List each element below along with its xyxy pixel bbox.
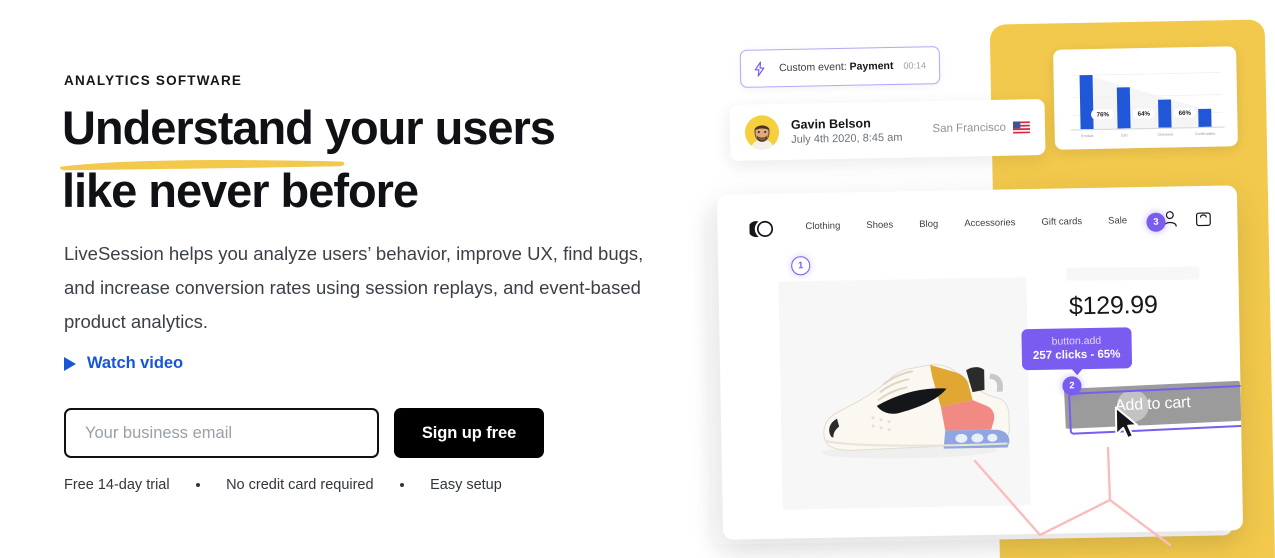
custom-event-pill: Custom event: Payment 00:14 xyxy=(739,46,941,88)
signup-button[interactable]: Sign up free xyxy=(394,408,544,458)
product-price: $129.99 xyxy=(1068,290,1158,321)
funnel-chart-card: 76% 64% 66% Product Cart Checkout Confir… xyxy=(1053,46,1238,150)
event-timestamp: 00:14 xyxy=(903,60,927,71)
heatmap-tooltip: button.add 257 clicks - 65% xyxy=(1021,327,1132,376)
headline-line-1: Understand your users xyxy=(60,96,662,171)
chart-label: 76% xyxy=(1097,111,1110,118)
nav-link-shoes[interactable]: Shoes xyxy=(866,220,893,231)
lightning-bolt-icon xyxy=(754,61,765,77)
chart-x-tick: Confirmation xyxy=(1195,132,1215,136)
perk-separator-dot xyxy=(399,482,405,488)
nav-actions xyxy=(1162,210,1211,228)
user-location: San Francisco xyxy=(932,121,1031,136)
brand-logo-icon xyxy=(749,220,774,238)
product-title-skeleton xyxy=(1066,266,1200,281)
hotspot-badge-1[interactable]: 1 xyxy=(791,256,811,276)
tooltip-stat: 257 clicks - 65% xyxy=(1032,348,1121,363)
shopping-bag-icon[interactable] xyxy=(1195,210,1211,227)
us-flag-icon xyxy=(1012,121,1031,134)
user-meta: Gavin Belson July 4th 2020, 8:45 am xyxy=(791,114,903,147)
sneaker-illustration-icon xyxy=(821,364,1010,459)
eyebrow-label: ANALYTICS SOFTWARE xyxy=(64,73,243,88)
event-name: Payment xyxy=(849,59,894,73)
nav-link-accessories[interactable]: Accessories xyxy=(964,217,1015,229)
hero-section: ANALYTICS SOFTWARE Understand your users… xyxy=(0,0,1275,558)
product-mockup: 76% 64% 66% Product Cart Checkout Confir… xyxy=(680,0,1275,558)
nav-link-sale[interactable]: Sale xyxy=(1108,215,1127,226)
mouse-cursor-icon xyxy=(1114,406,1139,440)
funnel-bar-chart: 76% 64% 66% Product Cart Checkout Confir… xyxy=(1070,72,1225,138)
headline-rest-text: your users xyxy=(312,101,556,154)
chart-label: 66% xyxy=(1179,110,1192,117)
headline-highlight-text: Understand xyxy=(62,101,314,154)
location-text: San Francisco xyxy=(932,121,1007,136)
avatar-photo-icon xyxy=(745,115,780,150)
event-label: Custom event: Payment xyxy=(778,59,894,75)
hero-description: LiveSession helps you analyze users’ beh… xyxy=(64,243,644,332)
perk-separator-dot xyxy=(195,482,201,488)
chart-label: 64% xyxy=(1138,111,1151,118)
page-title: Understand your users like never before xyxy=(60,96,662,222)
product-image xyxy=(778,277,1031,510)
nav-link-gift-cards[interactable]: Gift cards xyxy=(1041,216,1082,228)
chart-x-tick: Cart xyxy=(1121,133,1128,137)
session-user-card: Gavin Belson July 4th 2020, 8:45 am San … xyxy=(729,98,1046,162)
add-to-cart-highlight-outline xyxy=(1068,384,1244,435)
play-icon xyxy=(64,356,76,371)
tooltip-arrow-icon xyxy=(1070,368,1084,376)
perk-item: Easy setup xyxy=(430,477,502,493)
perks-list: Free 14-day trial No credit card require… xyxy=(64,477,502,493)
ecommerce-site-card: Clothing Shoes Blog Accessories Gift car… xyxy=(716,185,1244,540)
hero-copy: ANALYTICS SOFTWARE Understand your users… xyxy=(60,0,664,558)
watch-video-link[interactable]: Watch video xyxy=(64,354,183,373)
headline-highlight-word: Understand xyxy=(60,96,345,171)
session-date: July 4th 2020, 8:45 am xyxy=(791,131,903,146)
avatar xyxy=(744,115,780,150)
email-field[interactable] xyxy=(64,408,379,458)
nav-link-clothing[interactable]: Clothing xyxy=(805,221,840,233)
signup-form: Sign up free xyxy=(64,408,544,458)
perk-item: Free 14-day trial xyxy=(64,477,170,493)
chart-x-tick: Product xyxy=(1081,134,1093,138)
headline-line-2: like never before xyxy=(62,164,419,217)
watch-video-label: Watch video xyxy=(87,354,184,372)
nav-link-blog[interactable]: Blog xyxy=(919,219,938,230)
nav-links: Clothing Shoes Blog Accessories Gift car… xyxy=(805,215,1127,232)
perk-item: No credit card required xyxy=(226,477,374,493)
chart-x-tick: Checkout xyxy=(1158,132,1173,136)
